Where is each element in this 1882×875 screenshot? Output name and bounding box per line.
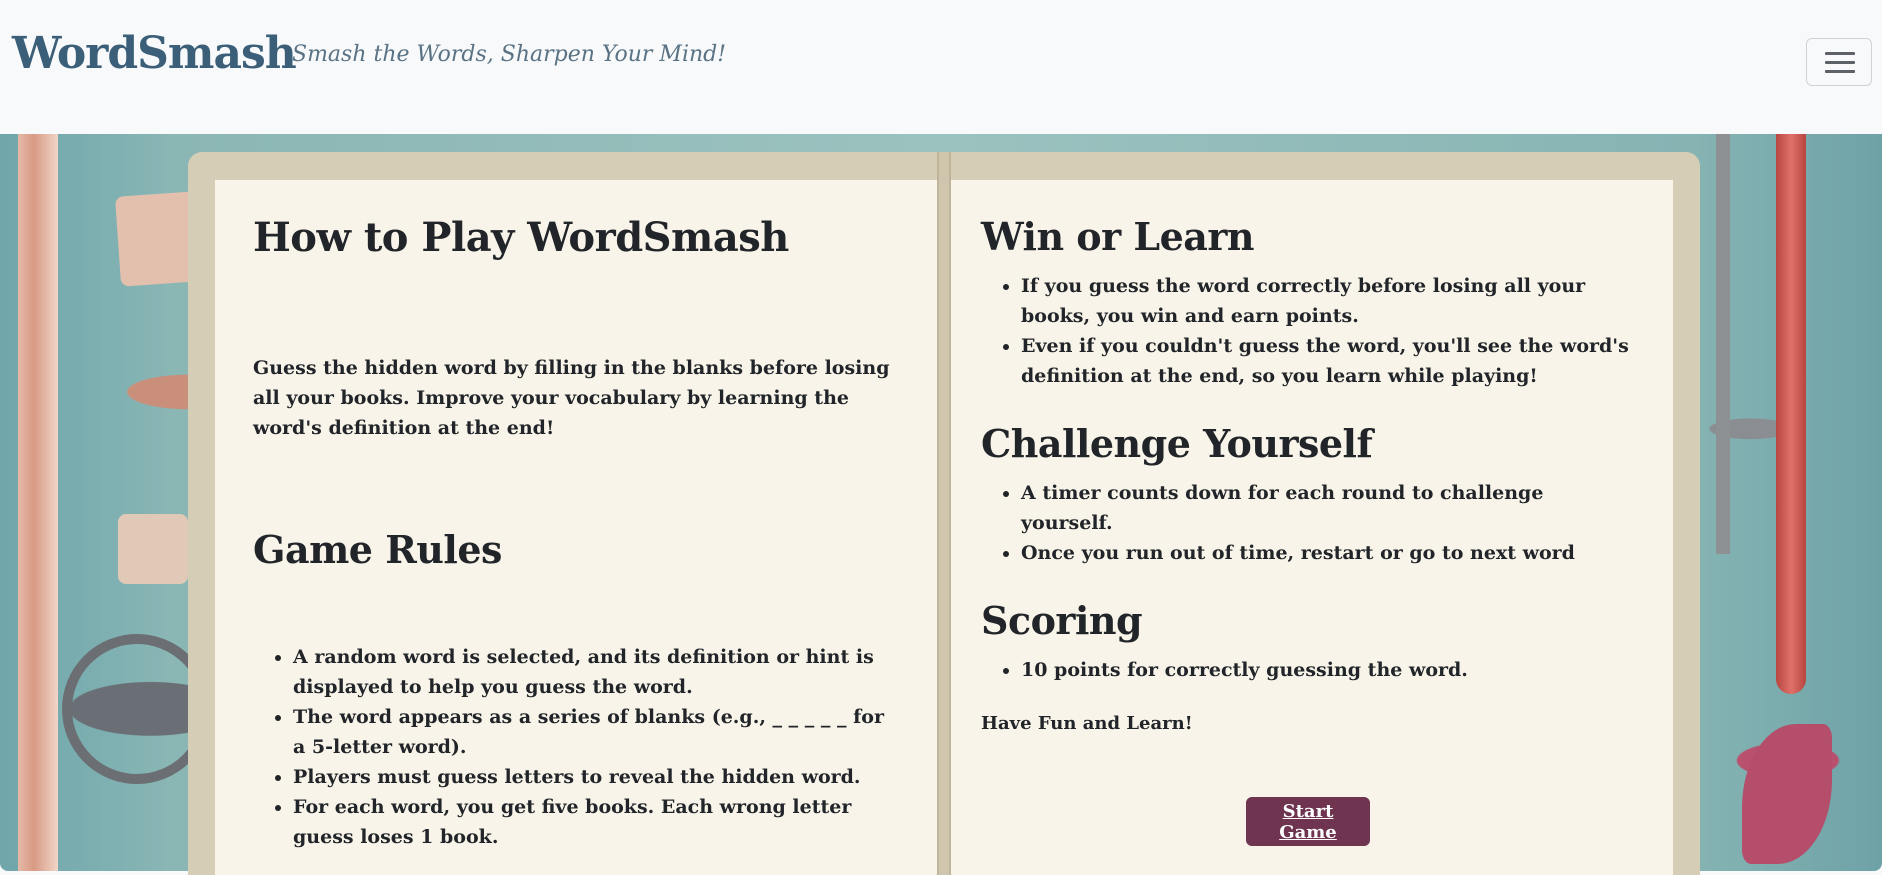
scoring-list: 10 points for correctly guessing the wor… xyxy=(981,655,1635,685)
fork-decoration xyxy=(1716,134,1730,554)
game-rules-title: Game Rules xyxy=(253,527,502,572)
list-item: If you guess the word correctly before l… xyxy=(1021,271,1635,331)
brand-logo[interactable]: WordSmash xyxy=(12,28,297,79)
list-item: Even if you couldn't guess the word, you… xyxy=(1021,331,1635,391)
list-item: A timer counts down for each round to ch… xyxy=(1021,478,1635,538)
list-item: For each word, you get five books. Each … xyxy=(293,792,899,852)
hamburger-menu-button[interactable] xyxy=(1806,38,1872,86)
list-item: The word appears as a series of blanks (… xyxy=(293,702,899,762)
list-item: Players must guess letters to reveal the… xyxy=(293,762,899,792)
left-page: How to Play WordSmash Guess the hidden w… xyxy=(215,180,937,875)
tile-o-decoration xyxy=(118,514,188,584)
list-item: 10 points for correctly guessing the wor… xyxy=(1021,655,1635,685)
navbar: WordSmash Smash the Words, Sharpen Your … xyxy=(0,0,1882,134)
win-or-learn-title: Win or Learn xyxy=(981,214,1255,259)
win-list: If you guess the word correctly before l… xyxy=(981,271,1635,391)
intro-text: Guess the hidden word by filling in the … xyxy=(253,357,890,439)
book-spine xyxy=(937,152,951,875)
leaf-decoration xyxy=(1742,724,1832,864)
ruler-decoration xyxy=(18,134,58,871)
game-rules-list: A random word is selected, and its defin… xyxy=(253,642,899,852)
hamburger-menu-icon xyxy=(1825,52,1855,55)
pen-decoration xyxy=(1776,134,1806,694)
list-item: Once you run out of time, restart or go … xyxy=(1021,538,1635,568)
right-page: Win or Learn If you guess the word corre… xyxy=(951,180,1673,875)
list-item: A random word is selected, and its defin… xyxy=(293,642,899,702)
closing-text: Have Fun and Learn! xyxy=(981,713,1193,734)
challenge-title: Challenge Yourself xyxy=(981,421,1373,466)
how-to-play-title: How to Play WordSmash xyxy=(253,214,789,261)
scoring-title: Scoring xyxy=(981,598,1143,643)
start-game-button[interactable]: Start Game xyxy=(1246,797,1370,846)
challenge-list: A timer counts down for each round to ch… xyxy=(981,478,1635,568)
tagline: Smash the Words, Sharpen Your Mind! xyxy=(292,42,727,67)
